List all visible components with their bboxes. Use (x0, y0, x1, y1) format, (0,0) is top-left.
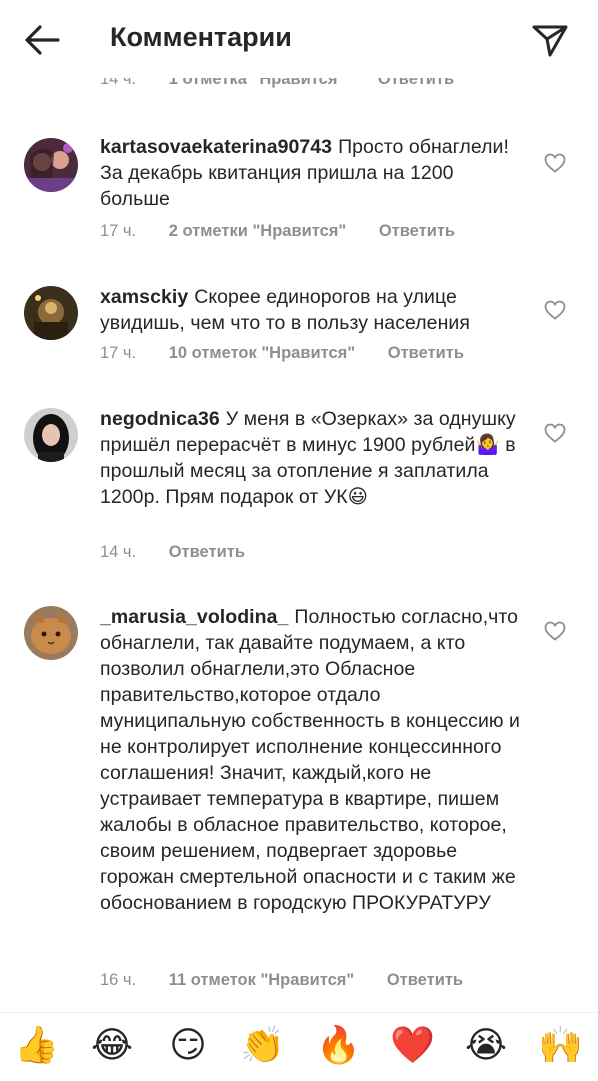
like-button[interactable] (544, 300, 566, 320)
heart-outline-icon (544, 423, 566, 443)
comment-text: Полностью согласно,что обнаглели, так да… (100, 606, 520, 914)
like-button[interactable] (544, 153, 566, 173)
comment-time: 16 ч. (100, 971, 137, 989)
reply-button[interactable]: Ответить (387, 971, 463, 989)
comment-time: 17 ч. (100, 222, 137, 240)
heart-outline-icon (544, 621, 566, 641)
avatar[interactable] (24, 606, 78, 660)
heart-outline-icon (544, 300, 566, 320)
comment-username[interactable]: xamsckiy (100, 286, 188, 308)
reply-button[interactable]: Ответить (379, 222, 455, 240)
back-button[interactable] (22, 20, 62, 60)
comment-likes[interactable]: 2 отметки "Нравится" (169, 222, 347, 240)
comment-time: 17 ч. (100, 344, 137, 362)
avatar[interactable] (24, 138, 78, 192)
fire-emoji-button[interactable]: 🔥 (316, 1023, 361, 1067)
avatar[interactable] (24, 408, 78, 462)
page-title: Комментарии (110, 22, 292, 52)
comment-likes[interactable]: 11 отметок "Нравится" (169, 971, 355, 989)
smirk-emoji-button[interactable]: 😏 (166, 1023, 210, 1067)
laughing-emoji-button[interactable]: 😂 (90, 1023, 134, 1067)
share-button[interactable] (530, 20, 570, 60)
arrow-left-icon (25, 25, 60, 55)
emoji-reaction-bar: 👍 😂 😏 👏 🔥 ❤️ 😭 🙌 (0, 1012, 598, 1081)
raised-hands-emoji-button[interactable]: 🙌 (538, 1023, 583, 1067)
comment-time: 14 ч. (100, 543, 137, 561)
thumbs-up-emoji-button[interactable]: 👍 (14, 1023, 59, 1067)
header-bar: Комментарии (0, 0, 598, 78)
comment-username[interactable]: _marusia_volodina_ (100, 606, 288, 628)
paper-plane-icon (532, 25, 568, 57)
avatar[interactable] (24, 286, 78, 340)
like-button[interactable] (544, 621, 566, 641)
reply-button[interactable]: Ответить (169, 543, 245, 561)
comment-username[interactable]: negodnica36 (100, 408, 220, 430)
clapping-emoji-button[interactable]: 👏 (240, 1023, 285, 1067)
comment-likes[interactable]: 10 отметок "Нравится" (169, 344, 355, 362)
crying-emoji-button[interactable]: 😭 (464, 1023, 508, 1067)
reply-button[interactable]: Ответить (388, 344, 464, 362)
heart-emoji-button[interactable]: ❤️ (390, 1023, 435, 1067)
like-button[interactable] (544, 423, 566, 443)
comment-username[interactable]: kartasovaekaterina90743 (100, 136, 332, 158)
heart-outline-icon (544, 153, 566, 173)
